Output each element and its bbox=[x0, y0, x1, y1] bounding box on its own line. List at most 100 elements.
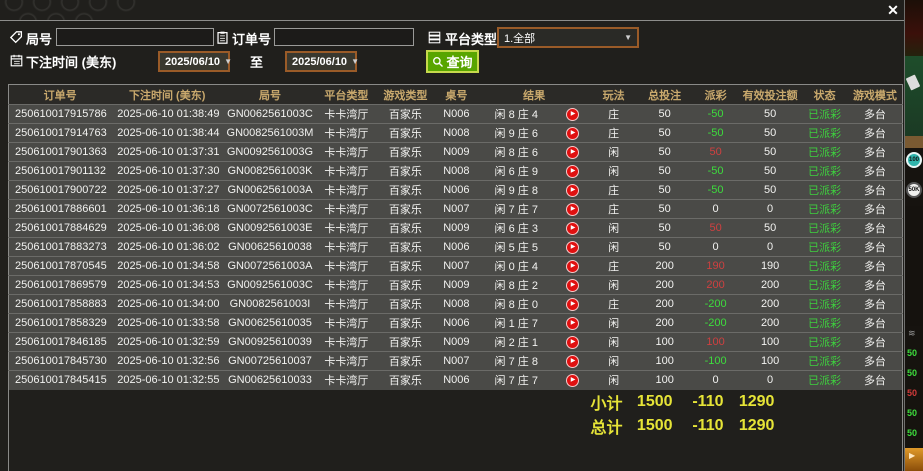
cell-platform-type: 卡卡湾厅 bbox=[316, 313, 376, 333]
background-felt-area bbox=[905, 56, 923, 136]
cell-game-mode: 多台 bbox=[847, 123, 903, 143]
cell-platform-type: 卡卡湾厅 bbox=[316, 294, 376, 314]
playing-card bbox=[905, 74, 921, 91]
subtotal-bet: 1500 bbox=[636, 392, 673, 410]
cell-replay: ▶ bbox=[554, 332, 591, 352]
replay-icon[interactable]: ▶ bbox=[566, 278, 580, 292]
cell-valid-bet: 100 bbox=[738, 332, 802, 352]
cell-valid-bet: 50 bbox=[738, 104, 802, 124]
cell-status: 已派彩 bbox=[801, 237, 848, 257]
replay-icon[interactable]: ▶ bbox=[566, 316, 580, 330]
col-payout: 派彩 bbox=[692, 84, 739, 105]
cell-platform-type: 卡卡湾厅 bbox=[316, 237, 376, 257]
cell-platform-type: 卡卡湾厅 bbox=[316, 104, 376, 124]
date-from-select[interactable]: 2025/06/10 ▼ bbox=[158, 51, 232, 72]
table-row: 250610017915786 2025-06-10 01:38:49 GN0062… bbox=[8, 104, 903, 124]
cell-platform-type: 卡卡湾厅 bbox=[316, 370, 376, 390]
cell-game-mode: 多台 bbox=[847, 256, 903, 276]
cell-result: 闲 7 庄 7 bbox=[477, 370, 555, 390]
cell-order-no: 250610017914763 bbox=[8, 123, 112, 143]
background-bar bbox=[905, 136, 923, 148]
chevron-down-icon: ▼ bbox=[351, 57, 359, 66]
cell-replay: ▶ bbox=[554, 161, 591, 181]
platform-type-select[interactable]: 1.全部 ▼ bbox=[497, 27, 639, 48]
date-to-value: 2025/06/10 bbox=[292, 55, 348, 68]
cell-table-no: N007 bbox=[434, 351, 478, 371]
cell-replay: ▶ bbox=[554, 199, 591, 219]
cell-replay: ▶ bbox=[554, 351, 591, 371]
table-row: 250610017883273 2025-06-10 01:36:02 GN0062… bbox=[8, 237, 903, 257]
query-button[interactable]: 查询 bbox=[426, 50, 479, 73]
cell-order-no: 250610017869579 bbox=[8, 275, 112, 295]
cell-replay: ▶ bbox=[554, 104, 591, 124]
replay-icon[interactable]: ▶ bbox=[566, 221, 580, 235]
cell-payout: 50 bbox=[692, 218, 739, 238]
cell-total-bet: 50 bbox=[636, 180, 693, 200]
dialog-header bbox=[0, 0, 904, 21]
cell-game-type: 百家乐 bbox=[375, 294, 435, 314]
cell-play-type: 庄 bbox=[590, 104, 637, 124]
cell-game-type: 百家乐 bbox=[375, 142, 435, 162]
replay-icon[interactable]: ▶ bbox=[566, 259, 580, 273]
cell-game-type: 百家乐 bbox=[375, 332, 435, 352]
cell-play-type: 庄 bbox=[590, 123, 637, 143]
cell-game-mode: 多台 bbox=[847, 313, 903, 333]
cell-valid-bet: 200 bbox=[738, 294, 802, 314]
cell-payout: -100 bbox=[692, 351, 739, 371]
cell-replay: ▶ bbox=[554, 180, 591, 200]
table-row: 250610017845730 2025-06-10 01:32:56 GN0072… bbox=[8, 351, 903, 371]
cell-game-mode: 多台 bbox=[847, 332, 903, 352]
cell-replay: ▶ bbox=[554, 237, 591, 257]
replay-icon[interactable]: ▶ bbox=[566, 164, 580, 178]
cell-table-no: N008 bbox=[434, 294, 478, 314]
cell-status: 已派彩 bbox=[801, 104, 848, 124]
cell-total-bet: 50 bbox=[636, 161, 693, 181]
replay-icon[interactable]: ▶ bbox=[566, 107, 580, 121]
cell-bet-time: 2025-06-10 01:36:02 bbox=[111, 237, 224, 257]
replay-icon[interactable]: ▶ bbox=[566, 126, 580, 140]
cell-status: 已派彩 bbox=[801, 142, 848, 162]
cell-order-no: 250610017858883 bbox=[8, 294, 112, 314]
cell-platform-type: 卡卡湾厅 bbox=[316, 351, 376, 371]
cell-bet-time: 2025-06-10 01:34:53 bbox=[111, 275, 224, 295]
cell-round-no: GN00625610035 bbox=[223, 313, 317, 333]
col-game-type: 游戏类型 bbox=[375, 84, 435, 105]
replay-icon[interactable]: ▶ bbox=[566, 373, 580, 387]
cell-payout: -200 bbox=[692, 313, 739, 333]
cell-valid-bet: 200 bbox=[738, 275, 802, 295]
table-row: 250610017914763 2025-06-10 01:38:44 GN0082… bbox=[8, 123, 903, 143]
screen: 100 50K ≋ 50 50 50 50 50 ▶ ✕ 局号 订单号 平台类型 bbox=[0, 0, 923, 471]
table-body: 250610017915786 2025-06-10 01:38:49 GN0062… bbox=[8, 104, 903, 390]
table-row: 250610017869579 2025-06-10 01:34:53 GN0092… bbox=[8, 275, 903, 295]
replay-icon[interactable]: ▶ bbox=[566, 183, 580, 197]
cell-bet-time: 2025-06-10 01:33:58 bbox=[111, 313, 224, 333]
close-icon[interactable]: ✕ bbox=[884, 1, 902, 19]
cell-status: 已派彩 bbox=[801, 313, 848, 333]
cell-bet-time: 2025-06-10 01:36:18 bbox=[111, 199, 224, 219]
cell-valid-bet: 0 bbox=[738, 199, 802, 219]
replay-icon[interactable]: ▶ bbox=[566, 335, 580, 349]
cell-round-no: GN00925610039 bbox=[223, 332, 317, 352]
round-no-input[interactable] bbox=[56, 28, 214, 46]
replay-icon[interactable]: ▶ bbox=[566, 354, 580, 368]
replay-icon[interactable]: ▶ bbox=[566, 202, 580, 216]
replay-icon[interactable]: ▶ bbox=[566, 145, 580, 159]
cell-game-type: 百家乐 bbox=[375, 123, 435, 143]
cell-bet-time: 2025-06-10 01:37:31 bbox=[111, 142, 224, 162]
cell-payout: 0 bbox=[692, 370, 739, 390]
cell-order-no: 250610017870545 bbox=[8, 256, 112, 276]
replay-icon[interactable]: ▶ bbox=[566, 240, 580, 254]
subtotal-payout: -110 bbox=[692, 392, 724, 410]
cell-replay: ▶ bbox=[554, 256, 591, 276]
cell-round-no: GN0082561003M bbox=[223, 123, 317, 143]
cell-bet-time: 2025-06-10 01:32:56 bbox=[111, 351, 224, 371]
subtotal-row: 小计 1500 -110 1290 bbox=[9, 390, 903, 414]
cell-status: 已派彩 bbox=[801, 332, 848, 352]
background-game-sliver: 100 50K ≋ 50 50 50 50 50 ▶ bbox=[905, 0, 923, 471]
background-cards-area bbox=[905, 0, 923, 56]
replay-icon[interactable]: ▶ bbox=[566, 297, 580, 311]
cell-order-no: 250610017883273 bbox=[8, 237, 112, 257]
date-to-select[interactable]: 2025/06/10 ▼ bbox=[285, 51, 359, 72]
cell-game-mode: 多台 bbox=[847, 142, 903, 162]
order-no-input[interactable] bbox=[274, 28, 414, 46]
